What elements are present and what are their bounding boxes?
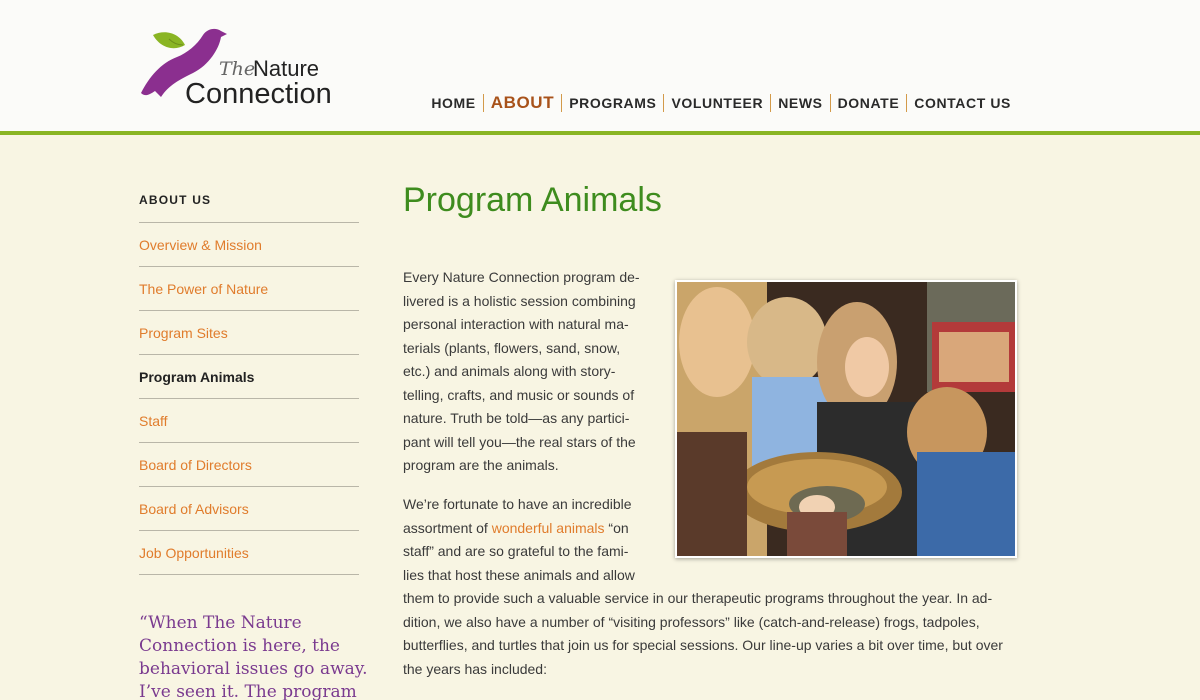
main-nav: HOME ABOUT PROGRAMS VOLUNTEER NEWS DONAT… xyxy=(424,93,1018,113)
sidebar-item-overview[interactable]: Overview & Mission xyxy=(139,223,359,267)
nav-news[interactable]: NEWS xyxy=(770,94,829,112)
text-line: butterflies, and turtles that join us fo… xyxy=(403,637,1003,653)
page-title: Program Animals xyxy=(403,181,662,219)
testimonial-quote: “When The Nature Connection is here, the… xyxy=(139,613,368,700)
text-line: lies that host these animals and allow xyxy=(403,566,635,583)
nav-donate[interactable]: DONATE xyxy=(829,94,907,112)
sidebar-item-job-opportunities[interactable]: Job Opportunities xyxy=(139,531,359,575)
nav-volunteer[interactable]: VOLUNTEER xyxy=(663,94,770,112)
sidebar-item-board-of-advisors[interactable]: Board of Advisors xyxy=(139,487,359,531)
nav-programs[interactable]: PROGRAMS xyxy=(561,94,663,112)
nav-contact-us[interactable]: CONTACT US xyxy=(906,94,1018,112)
site-header: The Nature Connection HOME ABOUT PROGRAM… xyxy=(0,0,1200,135)
sidebar-item-board-of-directors[interactable]: Board of Directors xyxy=(139,443,359,487)
text-line: livered is a holistic session combining xyxy=(403,292,636,309)
text-line: etc.) and animals along with story- xyxy=(403,363,616,379)
sidebar-title: ABOUT US xyxy=(139,193,359,223)
nav-about[interactable]: ABOUT xyxy=(482,94,561,112)
logo-the: The xyxy=(219,58,256,80)
text-line: personal interaction with natural ma- xyxy=(403,316,629,332)
text-line: program are the animals. xyxy=(403,457,559,473)
text-fragment: “on xyxy=(604,519,629,536)
sidebar-nav: ABOUT US Overview & Mission The Power of… xyxy=(139,193,359,575)
site-logo[interactable]: The Nature Connection xyxy=(139,25,349,110)
sidebar-item-power-of-nature[interactable]: The Power of Nature xyxy=(139,267,359,311)
program-animals-photo xyxy=(675,280,1017,558)
logo-connection: Connection xyxy=(185,78,332,110)
wonderful-animals-link[interactable]: wonderful animals xyxy=(492,520,605,536)
sidebar-item-program-animals[interactable]: Program Animals xyxy=(139,355,359,399)
text-line: pant will tell you—the real stars of the xyxy=(403,433,636,450)
text-line: terials (plants, flowers, sand, snow, xyxy=(403,339,621,356)
text-line: the years has included: xyxy=(403,660,547,677)
text-line: them to provide such a valuable service … xyxy=(403,590,993,606)
text-line: telling, crafts, and music or sounds of xyxy=(403,386,635,403)
children-with-hedgehog-image xyxy=(677,282,1015,556)
sidebar-item-staff[interactable]: Staff xyxy=(139,399,359,443)
text-line: nature. Truth be told—as any partici- xyxy=(403,410,630,426)
nav-home[interactable]: HOME xyxy=(424,94,482,112)
intro-paragraph: Every Nature Connection program de- live… xyxy=(403,266,640,478)
text-fragment: assortment of xyxy=(403,519,492,536)
sidebar-item-program-sites[interactable]: Program Sites xyxy=(139,311,359,355)
text-line: dition, we also have a number of “visiti… xyxy=(403,613,980,630)
text-line: Every Nature Connection program de- xyxy=(403,269,640,285)
